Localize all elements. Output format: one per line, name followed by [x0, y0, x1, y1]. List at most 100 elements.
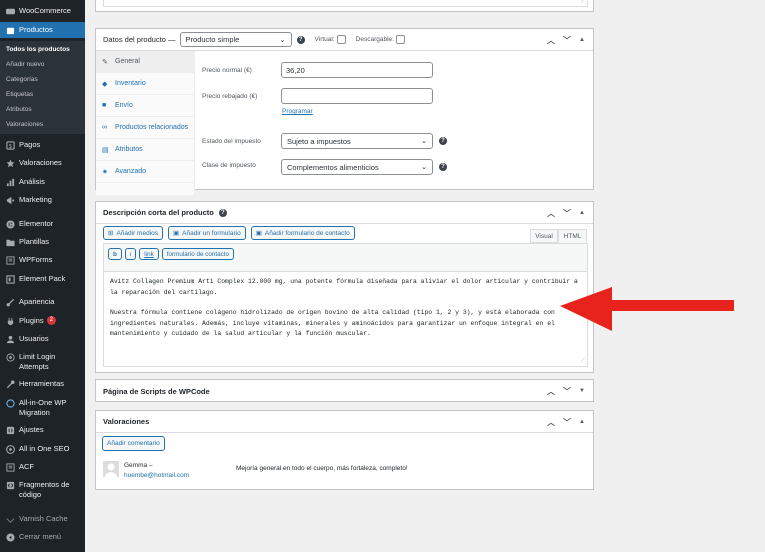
sidebar-item-element-pack[interactable]: Element Pack	[0, 274, 85, 284]
wrench-icon	[5, 379, 15, 389]
virtual-checkbox[interactable]	[336, 35, 346, 44]
sidebar-item-payments[interactable]: $ Pagos	[0, 140, 85, 150]
settings-icon	[5, 425, 15, 435]
lock-icon	[5, 352, 15, 362]
sidebar-item-appearance[interactable]: Apariencia	[0, 297, 85, 307]
code-icon	[5, 480, 15, 490]
sidebar-item-analytics[interactable]: Análisis	[0, 177, 85, 187]
toggle-panel-icon[interactable]: ▲	[579, 37, 585, 43]
add-media-button[interactable]: ⊞ Añadir medios	[103, 226, 164, 240]
sidebar-item-varnish[interactable]: Varnish Cache	[0, 514, 85, 524]
short-description-textarea[interactable]: Avitz Collagen Premium Arti Complex 12.0…	[103, 271, 588, 367]
sidebar-item-acf[interactable]: ACF	[0, 462, 85, 472]
product-data-header: Datos del producto — Producto simple ⌄ ? …	[96, 29, 593, 51]
sidebar-item-elementor[interactable]: Elementor	[0, 219, 85, 229]
wpcode-header[interactable]: Página de Scripts de WPCode ︿ ﹀ ▼	[96, 380, 593, 402]
submenu-attributes[interactable]: Atributos	[0, 106, 85, 113]
move-up-icon[interactable]: ︿	[547, 417, 555, 428]
sidebar-item-limit-login[interactable]: Limit Login Attempts	[0, 352, 85, 372]
submenu-categories[interactable]: Categorías	[0, 76, 85, 83]
contact-form-button[interactable]: formulario de contacto	[161, 248, 235, 260]
toggle-panel-icon[interactable]: ▲	[579, 210, 585, 216]
archive-icon	[5, 25, 15, 35]
help-icon[interactable]: ?	[218, 208, 227, 217]
help-icon[interactable]: ?	[439, 137, 447, 145]
help-icon[interactable]: ?	[296, 35, 305, 44]
payments-icon: $	[5, 140, 15, 150]
tab-inventory[interactable]: ◆ Inventario	[96, 73, 194, 95]
submenu-all-products[interactable]: Todos los productos	[0, 46, 85, 53]
avatar	[103, 461, 119, 477]
help-icon[interactable]: ?	[439, 163, 447, 171]
product-type-select[interactable]: Producto simple ⌄	[179, 32, 292, 47]
tab-general[interactable]: ✎ General	[96, 51, 194, 73]
move-up-icon[interactable]: ︿	[547, 208, 555, 219]
sale-price-input[interactable]	[281, 88, 433, 104]
sidebar-item-settings[interactable]: Ajustes	[0, 425, 85, 435]
sidebar-item-code-snippets[interactable]: Fragmentos de código	[0, 480, 85, 500]
sidebar-item-wpforms[interactable]: WPForms	[0, 255, 85, 265]
product-data-title: Datos del producto —	[103, 35, 176, 44]
chevron-down-icon: ⌄	[421, 138, 427, 145]
move-up-icon[interactable]: ︿	[547, 386, 555, 397]
svg-text:$: $	[8, 144, 11, 150]
move-down-icon[interactable]: ﹀	[563, 417, 571, 428]
reviews-title: Valoraciones	[103, 417, 150, 426]
folder-icon	[5, 237, 15, 247]
add-contact-form-button[interactable]: ▣ Añadir formulario de contacto	[250, 226, 355, 240]
panel-controls: ︿ ﹀ ▲	[547, 29, 585, 51]
downloadable-label: Descargable:	[355, 36, 394, 43]
sidebar-item-valoraciones[interactable]: Valoraciones	[0, 158, 85, 168]
form-icon: ▣	[255, 230, 262, 237]
sidebar-item-tools[interactable]: Herramientas	[0, 379, 85, 389]
description-paragraph-2: Nuestra fórmula contiene colágeno hidrol…	[110, 309, 559, 337]
toggle-panel-icon[interactable]: ▲	[579, 419, 585, 425]
sidebar-item-plugins[interactable]: Plugins 2	[0, 316, 85, 326]
sidebar-collapse[interactable]: Cerrar menú	[0, 532, 85, 542]
italic-button[interactable]: i	[124, 248, 137, 260]
resize-handle-icon[interactable]: ⟋	[581, 356, 585, 367]
move-down-icon[interactable]: ﹀	[563, 208, 571, 219]
move-down-icon[interactable]: ﹀	[563, 35, 571, 46]
resize-handle-icon[interactable]: ⟋	[581, 0, 585, 6]
tax-status-select[interactable]: Sujeto a impuestos ⌄	[281, 133, 433, 149]
toggle-panel-icon[interactable]: ▼	[579, 388, 585, 394]
wpcode-panel: Página de Scripts de WPCode ︿ ﹀ ▼	[95, 379, 594, 402]
schedule-sale-link[interactable]: Programar	[282, 108, 313, 115]
sidebar-item-aioseo[interactable]: All in One SEO	[0, 444, 85, 454]
review-email[interactable]: huembe@hotmail.com	[124, 472, 189, 479]
submenu-tags[interactable]: Etiquetas	[0, 91, 85, 98]
collapse-icon	[5, 532, 15, 542]
sidebar-item-users[interactable]: Usuarios	[0, 334, 85, 344]
sidebar-item-marketing[interactable]: Marketing	[0, 195, 85, 205]
add-comment-button[interactable]: Añadir comentario	[102, 436, 165, 451]
woocommerce-icon	[5, 6, 15, 16]
sidebar-item-products[interactable]: Productos	[0, 22, 85, 38]
sidebar-item-woocommerce[interactable]: WooCommerce	[0, 6, 85, 16]
media-icon: ⊞	[108, 230, 114, 237]
previous-panel-bottom: ⟋	[95, 0, 594, 12]
bold-button[interactable]: b	[108, 248, 122, 260]
submenu-add-new[interactable]: Añadir nuevo	[0, 61, 85, 68]
reviews-header: Valoraciones ︿ ﹀ ▲	[96, 411, 593, 433]
tab-attributes[interactable]: ▤ Atributos	[96, 139, 194, 161]
sale-price-label: Precio rebajado (€)	[202, 93, 258, 100]
downloadable-checkbox[interactable]	[395, 35, 405, 44]
move-up-icon[interactable]: ︿	[547, 35, 555, 46]
sidebar-item-migration[interactable]: All-in-One WP Migration	[0, 398, 85, 418]
tab-visual[interactable]: Visual	[530, 229, 558, 243]
tab-advanced[interactable]: ✷ Avanzado	[96, 161, 194, 183]
add-form-button[interactable]: ▣ Añadir un formulario	[168, 226, 246, 240]
review-text: Mejoría general en todo el cuerpo, más f…	[236, 465, 408, 472]
move-down-icon[interactable]: ﹀	[563, 386, 571, 397]
tab-html[interactable]: HTML	[558, 229, 587, 243]
chevron-down-icon: ⌄	[421, 164, 427, 171]
link-button[interactable]: link	[139, 248, 159, 260]
submenu-reviews[interactable]: Valoraciones	[0, 121, 85, 128]
tax-class-select[interactable]: Complementos alimenticios ⌄	[281, 159, 433, 175]
migration-icon	[5, 398, 15, 408]
tab-linked-products[interactable]: ∞ Productos relacionados	[96, 117, 194, 139]
tab-shipping[interactable]: ■ Envío	[96, 95, 194, 117]
sidebar-item-templates[interactable]: Plantillas	[0, 237, 85, 247]
regular-price-input[interactable]: 36,20	[281, 62, 433, 78]
